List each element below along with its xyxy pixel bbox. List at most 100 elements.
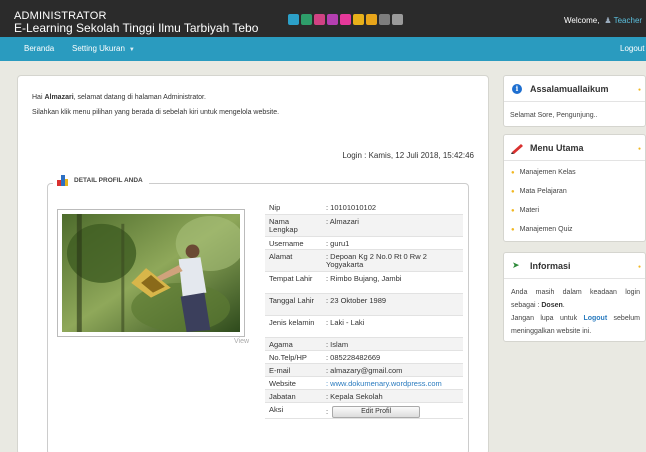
field-value-text: : Islam [326, 339, 349, 349]
greeting-prefix: Hai [32, 94, 45, 101]
bullet-icon: ● [511, 189, 515, 195]
theme-swatch[interactable] [379, 14, 390, 25]
field-label: Username [265, 236, 322, 250]
field-value: : 23 Oktober 1989 [322, 293, 463, 316]
field-value-text: : Laki - Laki [326, 317, 365, 327]
theme-swatch[interactable] [392, 14, 403, 25]
nav-logout[interactable]: Logout [620, 44, 644, 53]
field-label: Nama Lengkap [265, 214, 322, 237]
field-label: Alamat [265, 249, 322, 272]
menu-item-manajemen-kelas[interactable]: ● Manajemen Kelas [511, 167, 639, 186]
greeting-name: Almazari [44, 94, 74, 101]
field-value: : Depoan Kg 2 No.0 Rt 0 Rw 2 Yogyakarta [322, 249, 463, 272]
theme-swatch[interactable] [327, 14, 338, 25]
main-panel: Hai Almazari, selamat datang di halaman … [17, 75, 489, 452]
role-label: Dosen [541, 302, 563, 309]
view-link[interactable]: View [234, 338, 249, 345]
theme-swatches [288, 14, 403, 25]
login-timestamp: Login : Kamis, 12 Juli 2018, 15:42:46 [342, 151, 474, 160]
profile-photo-image [62, 214, 240, 332]
bullet-icon: ● [511, 208, 515, 214]
main-menu-header: Menu Utama ● [504, 135, 645, 161]
bullet-icon: ● [511, 170, 515, 176]
arrow-right-icon: ➤ [512, 260, 520, 270]
theme-swatch[interactable] [366, 14, 377, 25]
main-menu-title: Menu Utama [530, 143, 584, 153]
table-row: Aksi: Edit Profil [265, 402, 463, 419]
greeting-panel-title: Assalamuallaikum [530, 84, 609, 94]
field-label: Agama [265, 337, 322, 351]
site-subtitle: E-Learning Sekolah Tinggi Ilmu Tarbiyah … [14, 21, 259, 35]
info-panel-title: Informasi [530, 261, 571, 271]
field-value: : guru1 [322, 236, 463, 250]
table-row: Username: guru1 [265, 236, 463, 250]
greeting-panel: i Assalamuallaikum ● Selamat Sore, Pengu… [503, 75, 646, 127]
field-label: Jenis kelamin [265, 315, 322, 338]
main-menu-list: ● Manajemen Kelas ● Mata Pelajaran ● Materi… [504, 161, 645, 241]
profile-table: Nip: 10101010102 Nama Lengkap : Almazari Us… [265, 201, 463, 419]
info-text: Jangan lupa untuk [511, 315, 584, 322]
info-text: Anda masih dalam keadaan login sebagai : [511, 289, 640, 309]
field-value: : Almazari [322, 214, 463, 237]
chart-icon [57, 175, 68, 186]
profile-photo[interactable] [57, 209, 245, 337]
menu-item-label: Materi [519, 207, 540, 214]
info-icon: i [512, 84, 522, 94]
menu-item-mata-pelajaran[interactable]: ● Mata Pelajaran [511, 186, 639, 205]
nav-home[interactable]: Beranda [24, 44, 54, 53]
website-link[interactable]: : www.dokumenary.wordpress.com [326, 379, 442, 388]
field-value: : Islam [322, 337, 463, 351]
field-value-text: : Depoan Kg 2 No.0 Rt 0 Rw 2 Yogyakarta [326, 251, 427, 269]
field-value: : 10101010102 [322, 201, 463, 215]
greeting-panel-header: i Assalamuallaikum ● [504, 76, 645, 102]
info-logout-link[interactable]: Logout [583, 315, 607, 322]
user-icon: ♟ [604, 16, 612, 25]
field-value: : Laki - Laki [322, 315, 463, 338]
field-label: E-mail [265, 363, 322, 377]
field-value: : Rimbo Bujang, Jambi [322, 271, 463, 294]
menu-item-materi[interactable]: ● Materi [511, 205, 639, 224]
theme-swatch[interactable] [288, 14, 299, 25]
user-name-link[interactable]: Teacher [614, 16, 642, 25]
field-value-text: : [326, 406, 329, 416]
table-row: Agama : Islam [265, 337, 463, 351]
table-row: Website : www.dokumenary.wordpress.com [265, 376, 463, 390]
info-panel-text: Anda masih dalam keadaan login sebagai :… [511, 289, 640, 335]
theme-swatch[interactable] [301, 14, 312, 25]
edit-profile-button[interactable]: Edit Profil [332, 405, 421, 418]
field-value-text: : Almazari [326, 216, 359, 226]
theme-swatch[interactable] [353, 14, 364, 25]
menu-item-manajemen-quiz[interactable]: ● Manajemen Quiz [511, 224, 639, 241]
bullet-icon: ● [637, 87, 641, 93]
theme-swatch[interactable] [314, 14, 325, 25]
main-nav: Beranda Setting Ukuran ▼ Logout [0, 37, 646, 61]
field-value: : www.dokumenary.wordpress.com [322, 376, 463, 390]
field-value-text: : 23 Oktober 1989 [326, 295, 387, 305]
welcome-text: Welcome, [564, 16, 600, 25]
nav-setting-ukuran[interactable]: Setting Ukuran ▼ [72, 44, 135, 53]
field-value-text: : 10101010102 [326, 203, 377, 212]
field-label: Website [265, 376, 322, 390]
theme-swatch[interactable] [340, 14, 351, 25]
instruction-text: Silahkan klik menu pilihan yang berada d… [32, 109, 280, 116]
menu-item-label: Mata Pelajaran [519, 188, 567, 195]
greeting-panel-text: Selamat Sore, Pengunjung.. [510, 112, 598, 119]
greeting-line: Hai Almazari, selamat datang di halaman … [32, 94, 206, 101]
bullet-icon: ● [637, 264, 641, 270]
table-row: No.Telp/HP: 085228482669 [265, 350, 463, 364]
menu-item-label: Manajemen Kelas [519, 169, 576, 176]
field-label: Aksi [265, 402, 322, 419]
info-panel: ➤ Informasi ● Anda masih dalam keadaan l… [503, 252, 646, 342]
field-value: : Edit Profil [322, 402, 463, 419]
table-row: Jenis kelamin : Laki - Laki [265, 315, 463, 338]
greeting-suffix: , selamat datang di halaman Administrato… [73, 94, 206, 101]
field-label: Tanggal Lahir [265, 293, 322, 316]
chevron-down-icon: ▼ [128, 47, 135, 53]
field-value: : 085228482669 [322, 350, 463, 364]
field-value-text: : Kepala Sekolah [326, 391, 383, 401]
bullet-icon: ● [637, 146, 641, 152]
field-value: : Kepala Sekolah [322, 389, 463, 403]
table-row: Tempat Lahir: Rimbo Bujang, Jambi [265, 271, 463, 294]
table-row: Alamat: Depoan Kg 2 No.0 Rt 0 Rw 2 Yogya… [265, 249, 463, 272]
table-row: Nip: 10101010102 [265, 201, 463, 215]
